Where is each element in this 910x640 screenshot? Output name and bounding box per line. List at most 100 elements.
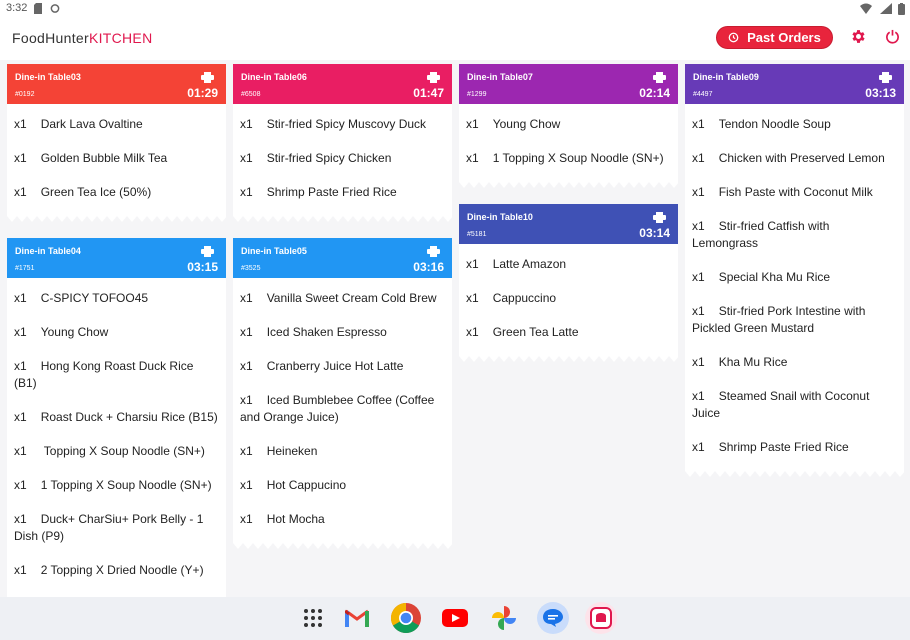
item-quantity: x1 <box>14 512 27 526</box>
order-ticket[interactable]: Dine-in Table05 #3525 03:16 x1 Vanilla Sweet… <box>233 238 452 543</box>
gear-icon[interactable] <box>850 28 867 45</box>
youtube-icon[interactable] <box>439 602 471 634</box>
ticket-items: x1 Stir-fried Spicy Muscovy Duck x1 Stir-fr… <box>233 104 452 216</box>
order-item[interactable]: x1 Fish Paste with Coconut Milk <box>692 176 897 210</box>
item-quantity: x1 <box>240 325 253 339</box>
order-item[interactable]: x1 2 Topping X Dried Noodle (Y+) <box>14 554 219 588</box>
photos-icon[interactable] <box>488 602 520 634</box>
order-item[interactable]: x1 Chicken with Preserved Lemon <box>692 142 897 176</box>
item-name: Iced Bumblebee Coffee (Coffee and Orange… <box>240 393 435 424</box>
order-item[interactable]: x1 Topping X Soup Noodle (SN+) <box>14 435 219 469</box>
order-ticket[interactable]: Dine-in Table04 #1751 03:15 x1 C-SPICY TOFOO… <box>7 238 226 628</box>
app-drawer-icon[interactable] <box>297 602 329 634</box>
battery-icon <box>898 3 905 15</box>
order-item[interactable]: x1 Duck+ CharSiu+ Pork Belly - 1 Dish (P9… <box>14 503 219 554</box>
item-name: C-SPICY TOFOO45 <box>40 291 149 305</box>
order-item[interactable]: x1 Green Tea Ice (50%) <box>14 176 219 210</box>
wifi-icon <box>860 3 872 14</box>
item-quantity: x1 <box>692 440 705 454</box>
history-icon <box>728 32 739 43</box>
order-item[interactable]: x1 Tendon Noodle Soup <box>692 108 897 142</box>
order-item[interactable]: x1 Young Chow <box>14 316 219 350</box>
order-item[interactable]: x1 Stir-fried Pork Intestine with Pickled… <box>692 295 897 346</box>
order-ticket[interactable]: Dine-in Table06 #6508 01:47 x1 Stir-fried Sp… <box>233 64 452 216</box>
foodhunter-icon[interactable] <box>585 602 617 634</box>
order-item[interactable]: x1 Heineken <box>240 435 445 469</box>
item-name: Topping X Soup Noodle (SN+) <box>40 444 205 458</box>
order-item[interactable]: x1 1 Topping X Soup Noodle (SN+) <box>466 142 671 176</box>
item-quantity: x1 <box>14 478 27 492</box>
order-item[interactable]: x1 C-SPICY TOFOO45 <box>14 282 219 316</box>
ticket-timer: 03:13 <box>865 86 896 100</box>
order-item[interactable]: x1 Shrimp Paste Fried Rice <box>240 176 445 210</box>
order-item[interactable]: x1 Iced Bumblebee Coffee (Coffee and Oran… <box>240 384 445 435</box>
power-icon[interactable] <box>885 29 900 44</box>
order-column: Dine-in Table07 #1299 02:14 x1 Young Chow x1 1… <box>459 64 678 378</box>
order-item[interactable]: x1 Cranberry Juice Hot Latte <box>240 350 445 384</box>
item-name: 2 Topping X Dried Noodle (Y+) <box>40 563 204 577</box>
item-name: Stir-fried Spicy Muscovy Duck <box>266 117 427 131</box>
item-quantity: x1 <box>14 359 27 373</box>
order-ticket[interactable]: Dine-in Table07 #1299 02:14 x1 Young Chow x1 1… <box>459 64 678 182</box>
order-item[interactable]: x1 Green Tea Latte <box>466 316 671 350</box>
past-orders-button[interactable]: Past Orders <box>716 26 833 49</box>
item-quantity: x1 <box>14 563 27 577</box>
item-quantity: x1 <box>240 117 253 131</box>
item-name: Chicken with Preserved Lemon <box>718 151 885 165</box>
item-quantity: x1 <box>240 185 253 199</box>
order-item[interactable]: x1 Special Kha Mu Rice <box>692 261 897 295</box>
ticket-timer: 03:15 <box>187 260 218 274</box>
order-item[interactable]: x1 Dark Lava Ovaltine <box>14 108 219 142</box>
ticket-header: Dine-in Table07 #1299 02:14 <box>459 64 678 104</box>
order-ticket[interactable]: Dine-in Table09 #4497 03:13 x1 Tendon Noodle… <box>685 64 904 471</box>
item-quantity: x1 <box>692 270 705 284</box>
chrome-icon[interactable] <box>390 602 422 634</box>
item-quantity: x1 <box>240 393 253 407</box>
order-item[interactable]: x1 Roast Duck + Charsiu Rice (B15) <box>14 401 219 435</box>
item-quantity: x1 <box>240 444 253 458</box>
item-name: Green Tea Ice (50%) <box>40 185 152 199</box>
order-item[interactable]: x1 Vanilla Sweet Cream Cold Brew <box>240 282 445 316</box>
order-item[interactable]: x1 Hot Mocha <box>240 503 445 537</box>
item-quantity: x1 <box>14 291 27 305</box>
item-name: Stir-fried Pork Intestine with Pickled G… <box>692 304 866 335</box>
order-item[interactable]: x1 Latte Amazon <box>466 248 671 282</box>
ticket-table-name: Dine-in Table06 <box>241 72 307 82</box>
order-item[interactable]: x1 Young Chow <box>466 108 671 142</box>
order-item[interactable]: x1 Iced Shaken Espresso <box>240 316 445 350</box>
item-name: Hot Mocha <box>266 512 325 526</box>
order-item[interactable]: x1 Kha Mu Rice <box>692 346 897 380</box>
order-item[interactable]: x1 Golden Bubble Milk Tea <box>14 142 219 176</box>
item-quantity: x1 <box>14 151 27 165</box>
ticket-order-number: #6508 <box>241 91 261 98</box>
gmail-icon[interactable] <box>341 602 373 634</box>
order-item[interactable]: x1 Stir-fried Catfish with Lemongrass <box>692 210 897 261</box>
item-quantity: x1 <box>692 389 705 403</box>
sync-icon <box>50 4 60 13</box>
order-column: Dine-in Table03 #0192 01:29 x1 Dark Lava Ova… <box>7 64 226 640</box>
item-name: Latte Amazon <box>492 257 567 271</box>
order-item[interactable]: x1 Cappuccino <box>466 282 671 316</box>
messages-icon[interactable] <box>537 602 569 634</box>
order-item[interactable]: x1 Stir-fried Spicy Chicken <box>240 142 445 176</box>
order-item[interactable]: x1 1 Topping X Soup Noodle (SN+) <box>14 469 219 503</box>
item-quantity: x1 <box>692 304 705 318</box>
order-item[interactable]: x1 Stir-fried Spicy Muscovy Duck <box>240 108 445 142</box>
item-name: Cranberry Juice Hot Latte <box>266 359 404 373</box>
order-item[interactable]: x1 Hot Cappucino <box>240 469 445 503</box>
item-name: Hot Cappucino <box>266 478 347 492</box>
order-item[interactable]: x1 Steamed Snail with Coconut Juice <box>692 380 897 431</box>
ticket-table-name: Dine-in Table05 <box>241 246 307 256</box>
order-item[interactable]: x1 Hong Kong Roast Duck Rice (B1) <box>14 350 219 401</box>
item-quantity: x1 <box>466 291 479 305</box>
item-name: Roast Duck + Charsiu Rice (B15) <box>40 410 218 424</box>
order-item[interactable]: x1 Shrimp Paste Fried Rice <box>692 431 897 465</box>
ticket-header: Dine-in Table09 #4497 03:13 <box>685 64 904 104</box>
item-quantity: x1 <box>240 478 253 492</box>
order-ticket[interactable]: Dine-in Table10 #5181 03:14 x1 Latte Amazon x… <box>459 204 678 356</box>
order-ticket[interactable]: Dine-in Table03 #0192 01:29 x1 Dark Lava Ova… <box>7 64 226 216</box>
item-quantity: x1 <box>240 359 253 373</box>
item-name: Shrimp Paste Fried Rice <box>266 185 397 199</box>
item-quantity: x1 <box>466 151 479 165</box>
item-quantity: x1 <box>692 219 705 233</box>
